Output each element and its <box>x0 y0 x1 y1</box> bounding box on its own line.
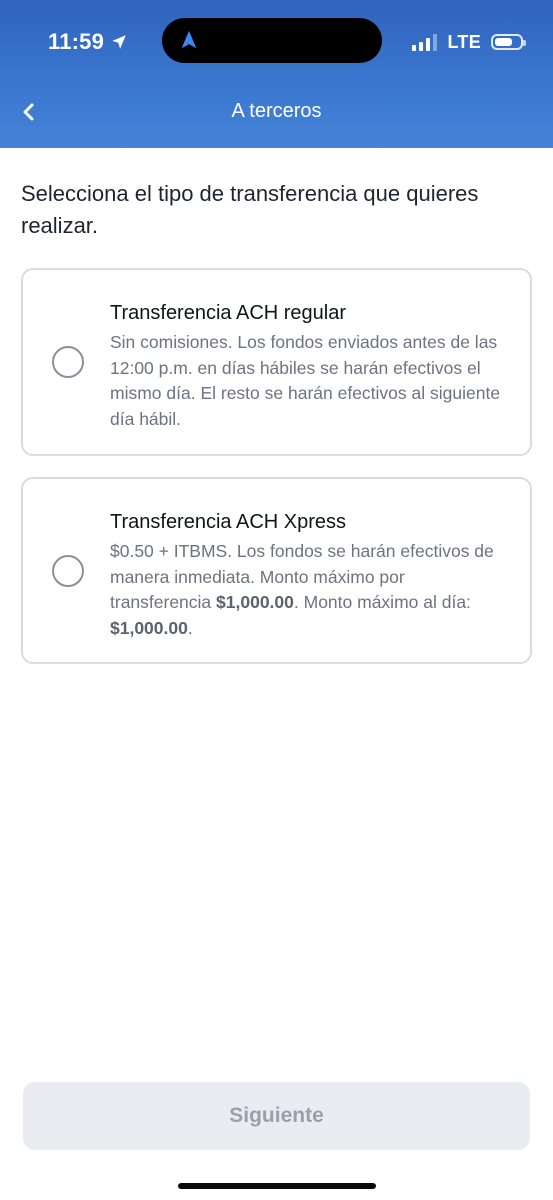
app-header: 11:59 LTE A terceros <box>0 0 553 148</box>
max-per-transfer-amount: $1,000.00 <box>216 592 294 612</box>
navigation-bar: A terceros <box>0 82 553 148</box>
status-bar: 11:59 LTE <box>0 0 553 82</box>
status-right-group: LTE <box>412 28 526 56</box>
navigation-arrow-icon <box>181 30 197 49</box>
option-ach-regular[interactable]: Transferencia ACH regular Sin comisiones… <box>21 268 532 456</box>
home-indicator[interactable] <box>178 1183 376 1189</box>
instruction-text: Selecciona el tipo de transferencia que … <box>21 181 479 238</box>
description-part: . <box>187 617 193 638</box>
status-time: 11:59 <box>48 29 105 54</box>
page-title: A terceros <box>231 100 322 122</box>
next-button[interactable]: Siguiente <box>23 1082 530 1150</box>
option-description: $0.50 + ITBMS. Los fondos se harán efect… <box>110 539 508 641</box>
dynamic-island <box>162 18 382 63</box>
location-arrow-icon <box>112 35 126 49</box>
max-per-day-amount: $1,000.00 <box>110 617 188 638</box>
option-ach-xpress[interactable]: Transferencia ACH Xpress $0.50 + ITBMS. … <box>21 477 532 664</box>
option-description: Sin comisiones. Los fondos enviados ante… <box>110 332 501 429</box>
option-title: Transferencia ACH regular <box>110 302 347 324</box>
option-text: Transferencia ACH Xpress $0.50 + ITBMS. … <box>110 509 508 641</box>
option-title: Transferencia ACH Xpress <box>110 511 347 533</box>
main-content: Selecciona el tipo de transferencia que … <box>21 178 532 242</box>
radio-button-ach-xpress[interactable] <box>52 554 84 587</box>
battery-icon <box>491 34 526 50</box>
status-time-group: 11:59 <box>48 26 128 58</box>
description-part: . Monto máximo al día: <box>293 592 471 612</box>
network-type: LTE <box>447 31 481 52</box>
option-text: Transferencia ACH regular Sin comisiones… <box>110 300 508 432</box>
radio-button-ach-regular[interactable] <box>52 346 84 378</box>
signal-bars-icon <box>412 33 438 51</box>
